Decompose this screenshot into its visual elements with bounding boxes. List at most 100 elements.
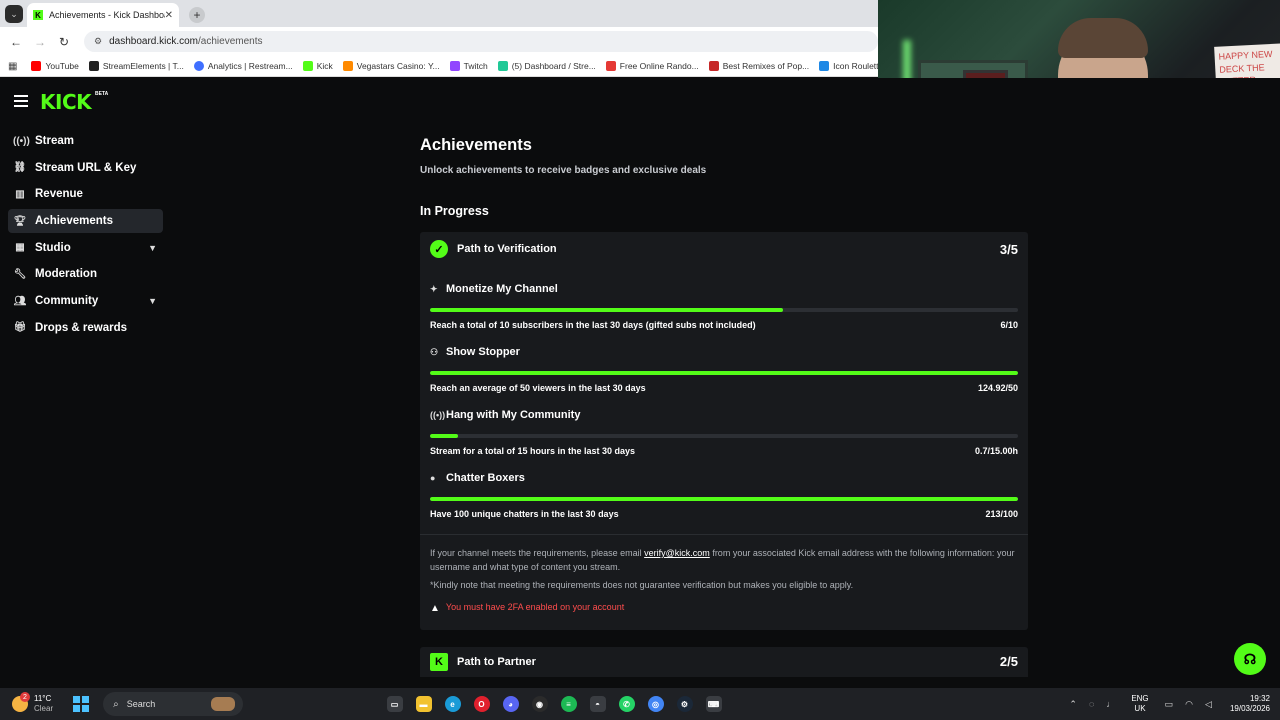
wrench-icon: 🔧︎ <box>13 268 27 280</box>
spotify-icon[interactable]: ≡ <box>560 696 577 712</box>
bookmark-vegastars[interactable]: Vegastars Casino: Y... <box>342 61 440 71</box>
sidebar-item-label: Stream URL & Key <box>35 161 137 174</box>
tab-search-button[interactable]: ⌄ <box>5 5 23 23</box>
volume-icon[interactable]: ◁ <box>1205 699 1212 710</box>
partner-count: 2/5 <box>999 654 1018 669</box>
display-icon[interactable]: ▭ <box>1165 699 1174 710</box>
verify-email-link[interactable]: verify@kick.com <box>644 548 710 558</box>
bookmark-random[interactable]: Free Online Rando... <box>605 61 699 71</box>
task-view-icon[interactable]: ▭ <box>386 696 403 712</box>
bookmark-twitch[interactable]: Twitch <box>449 61 488 71</box>
bookmark-streamelements[interactable]: StreamElements | T... <box>88 61 184 71</box>
section-title: In Progress <box>420 204 489 218</box>
controller-icon[interactable]: ◓ <box>589 696 606 712</box>
sidebar-item-moderation[interactable]: 🔧︎ Moderation <box>8 262 163 286</box>
opera-icon[interactable]: O <box>473 696 490 712</box>
sidebar-item-stream[interactable]: ((•)) Stream <box>8 129 163 153</box>
chevron-down-icon[interactable]: ▼ <box>148 296 157 306</box>
achievement-description: Reach an average of 50 viewers in the la… <box>430 383 646 393</box>
achievement-progress: 213/100 <box>985 509 1018 519</box>
weather-badge: 2 <box>20 692 30 702</box>
clock[interactable]: 19:32 19/03/2026 <box>1230 694 1270 715</box>
chrome-icon[interactable]: ◎ <box>647 696 664 712</box>
progress-fill <box>430 371 1018 375</box>
bookmark-roulette[interactable]: Icon Roulette Whe <box>819 61 878 71</box>
clock-time: 19:32 <box>1249 693 1270 703</box>
note-text: If your channel meets the requirements, … <box>430 548 642 558</box>
discord-icon[interactable]: ◕ <box>502 696 519 712</box>
sidebar-item-label: Studio <box>35 241 71 254</box>
bookmark-restream[interactable]: Analytics | Restream... <box>193 61 293 71</box>
vegastars-icon <box>342 61 353 71</box>
obs-icon[interactable]: ◉ <box>531 696 548 712</box>
sidebar-item-stream-url-key[interactable]: ⛓ Stream URL & Key <box>8 156 163 180</box>
sidebar-item-label: Revenue <box>35 188 83 201</box>
kick-favicon-icon: K <box>33 10 43 20</box>
bookmark-kick[interactable]: Kick <box>302 61 333 71</box>
weather-icon: 2 <box>12 692 30 712</box>
bookmark-dashboard[interactable]: (5) Dashboard / Stre... <box>497 61 596 71</box>
close-tab-icon[interactable]: ✕ <box>165 10 173 21</box>
back-button[interactable]: ← <box>6 32 26 52</box>
reload-button[interactable]: ↻ <box>54 32 74 52</box>
address-bar[interactable]: ⚙ dashboard.kick.com/achievements <box>84 31 878 52</box>
chevron-down-icon[interactable]: ▼ <box>148 243 157 253</box>
weather-widget[interactable]: 2 11°C Clear ⌕ Search <box>12 692 372 716</box>
site-info-icon[interactable]: ⚙ <box>94 36 102 47</box>
twitch-icon <box>449 61 460 71</box>
start-button[interactable] <box>73 696 90 712</box>
achievement-title: Show Stopper <box>446 346 520 358</box>
remixes-icon <box>708 61 719 71</box>
menu-icon[interactable] <box>14 95 28 107</box>
sidebar-item-studio[interactable]: ▦ Studio ▼ <box>8 236 163 260</box>
achievement-list: ✦ Monetize My Channel Reach a total of 10… <box>420 266 1028 519</box>
progress-bar <box>430 308 1018 312</box>
progress-fill <box>430 308 783 312</box>
sidebar-item-drops-rewards[interactable]: 🎁︎ Drops & rewards <box>8 316 163 340</box>
streamelements-icon <box>88 61 99 71</box>
network-icon[interactable]: ◌ <box>1089 699 1094 709</box>
taskbar-search[interactable]: ⌕ Search <box>103 692 244 716</box>
language-indicator[interactable]: ENG UK <box>1131 694 1148 713</box>
sidebar-item-label: Stream <box>35 135 74 147</box>
lang-top: ENG <box>1131 694 1149 704</box>
search-placeholder: Search <box>126 699 156 709</box>
bookmark-label: Icon Roulette Whe <box>833 61 878 71</box>
browser-tab[interactable]: K Achievements - Kick Dashboard ✕ <box>27 3 179 27</box>
progress-fill <box>430 497 1018 501</box>
page-subtitle: Unlock achievements to receive badges an… <box>420 165 707 176</box>
beta-badge: BETA <box>95 91 109 97</box>
sidebar-item-revenue[interactable]: ▥ Revenue <box>8 182 163 206</box>
page-title: Achievements <box>420 136 532 154</box>
sidebar-item-label: Drops & rewards <box>35 321 128 334</box>
random-icon <box>605 61 616 71</box>
sparkle-icon: ✦ <box>430 283 438 294</box>
new-tab-button[interactable]: + <box>189 7 205 23</box>
achievement-item: ✦ Monetize My Channel Reach a total of 10… <box>430 282 1018 330</box>
bookmark-youtube[interactable]: YouTube <box>31 61 79 71</box>
bookmark-label: Free Online Rando... <box>619 61 699 71</box>
sidebar-item-community[interactable]: 👥︎ Community ▼ <box>8 289 163 313</box>
taskbar-apps: ▭ ▬ e O ◕ ◉ ≡ ◓ ✆ ◎ ⚙ ⌨ <box>380 696 728 712</box>
taskbar: 2 11°C Clear ⌕ Search ▭ ▬ e O ◕ ◉ ≡ ◓ ✆ … <box>0 688 1280 720</box>
kick-badge-icon: K <box>430 652 448 671</box>
progress-bar <box>430 434 1018 438</box>
edge-icon[interactable]: e <box>444 696 461 712</box>
wifi-icon[interactable]: ◠ <box>1185 699 1193 710</box>
forward-button[interactable]: → <box>30 32 50 52</box>
kick-dashboard: KICK BETA ((•)) Stream ⛓ Stream URL & Ke… <box>0 78 1280 688</box>
terminal-icon[interactable]: ⌨ <box>705 696 722 712</box>
whatsapp-icon[interactable]: ✆ <box>618 696 635 712</box>
chevron-up-icon[interactable]: ⌃ <box>1069 699 1077 710</box>
file-explorer-icon[interactable]: ▬ <box>415 696 432 712</box>
apps-grid-icon[interactable]: ▦ <box>8 61 17 72</box>
sidebar: ((•)) Stream ⛓ Stream URL & Key ▥ Revenu… <box>8 129 163 343</box>
bookmark-label: Best Remixes of Pop... <box>722 61 810 71</box>
support-chat-button[interactable]: ☊ <box>1234 643 1266 675</box>
steam-icon[interactable]: ⚙ <box>676 696 693 712</box>
kick-logo[interactable]: KICK <box>40 90 92 114</box>
bookmark-remixes[interactable]: Best Remixes of Pop... <box>708 61 810 71</box>
achievement-progress: 0.7/15.00h <box>974 446 1018 456</box>
sidebar-item-achievements[interactable]: 🏆︎ Achievements <box>8 209 163 234</box>
microphone-icon[interactable]: ♩ <box>1106 699 1115 709</box>
